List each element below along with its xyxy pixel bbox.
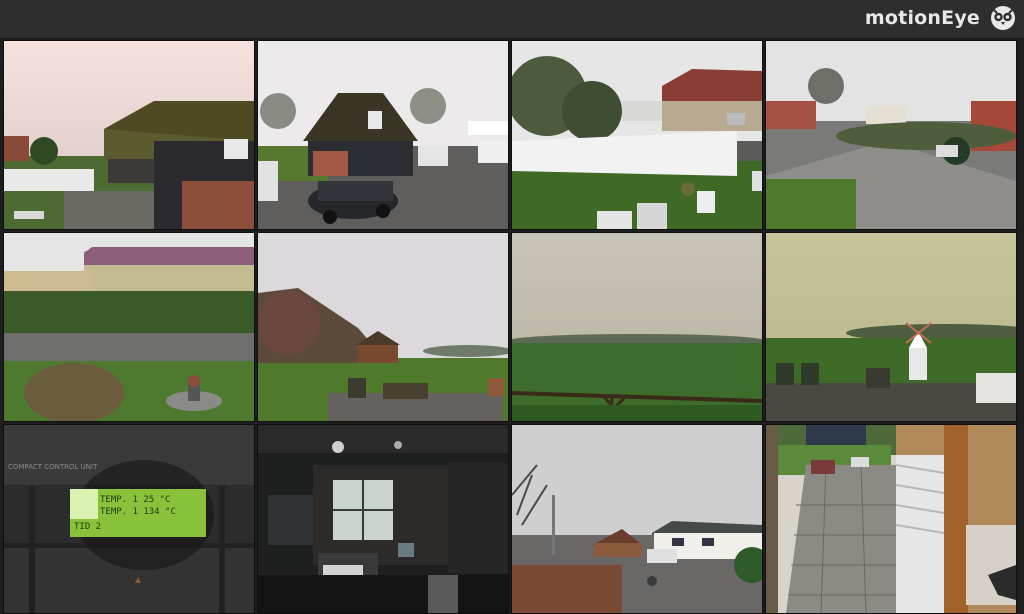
camera-feed-10 <box>258 425 508 613</box>
camera-frame-12[interactable] <box>765 424 1017 614</box>
camera-feed-6 <box>258 233 508 421</box>
camera-frame-5[interactable] <box>3 232 255 422</box>
camera-feed-7 <box>512 233 762 421</box>
top-bar: motionEye <box>0 0 1024 39</box>
camera-feed-5 <box>4 233 254 421</box>
camera-feed-2 <box>258 41 508 229</box>
owl-icon[interactable] <box>990 5 1016 31</box>
camera-feed-4 <box>766 41 1016 229</box>
camera-frame-3[interactable] <box>511 40 763 230</box>
camera-feed-9: COMPACT CONTROL UNIT TEMP. 1 25 °C TEMP.… <box>4 425 254 613</box>
camera-feed-11 <box>512 425 762 613</box>
app-title: motionEye <box>864 7 980 29</box>
lcd-line-2: TEMP. 1 134 °C <box>100 507 176 517</box>
camera-frame-1[interactable] <box>3 40 255 230</box>
camera-frame-2[interactable] <box>257 40 509 230</box>
camera-frame-6[interactable] <box>257 232 509 422</box>
camera-frame-11[interactable] <box>511 424 763 614</box>
camera-frame-4[interactable] <box>765 40 1017 230</box>
camera-feed-3 <box>512 41 762 229</box>
lcd-line-3: TID 2 <box>74 522 101 532</box>
camera-feed-12 <box>766 425 1016 613</box>
camera-frame-7[interactable] <box>511 232 763 422</box>
camera-frame-10[interactable] <box>257 424 509 614</box>
camera-frame-9[interactable]: COMPACT CONTROL UNIT TEMP. 1 25 °C TEMP.… <box>3 424 255 614</box>
lcd-header-text: COMPACT CONTROL UNIT <box>8 463 98 471</box>
lcd-line-1: TEMP. 1 25 °C <box>100 495 170 505</box>
camera-feed-1 <box>4 41 254 229</box>
camera-feed-8 <box>766 233 1016 421</box>
camera-frame-8[interactable] <box>765 232 1017 422</box>
